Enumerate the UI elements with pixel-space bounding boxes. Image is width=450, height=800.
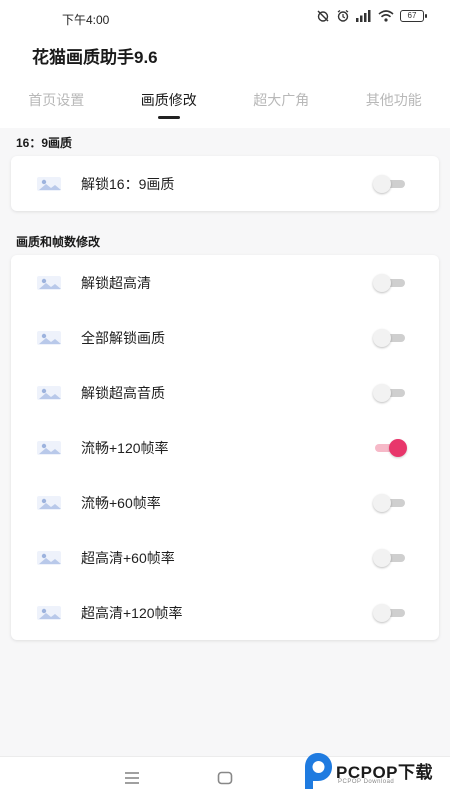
- setting-label: 流畅+60帧率: [81, 494, 161, 511]
- setting-row[interactable]: 流畅+60帧率: [11, 475, 439, 530]
- setting-label: 解锁超高清: [81, 274, 151, 291]
- setting-row[interactable]: 解锁超高清: [11, 255, 439, 310]
- pcpop-logo-icon: [305, 753, 332, 789]
- app-title: 花猫画质助手9.6: [32, 48, 158, 67]
- home-icon[interactable]: [217, 771, 233, 785]
- setting-label: 解锁16：9画质: [81, 175, 175, 192]
- watermark-sub: PCPOP Download: [338, 779, 395, 785]
- status-bar: 下午4:00 67: [0, 0, 450, 36]
- alarm-off-icon: [317, 10, 329, 22]
- setting-label: 流畅+120帧率: [81, 439, 169, 456]
- image-icon: [37, 385, 61, 400]
- toggle-switch[interactable]: [371, 174, 409, 193]
- status-icons: 67: [316, 9, 427, 23]
- sim-signal-icon: [356, 10, 371, 22]
- image-icon: [37, 605, 61, 620]
- setting-row[interactable]: 流畅+120帧率: [11, 420, 439, 475]
- toggle-switch[interactable]: [371, 273, 409, 292]
- toggle-switch[interactable]: [371, 383, 409, 402]
- image-icon: [37, 495, 61, 510]
- tab-quality-modify[interactable]: 画质修改: [113, 88, 226, 122]
- setting-label: 全部解锁画质: [81, 329, 165, 346]
- toggle-switch[interactable]: [371, 548, 409, 567]
- header: 花猫画质助手9.6 首页设置 画质修改 超大广角 其他功能: [0, 36, 450, 128]
- toggle-switch[interactable]: [371, 438, 409, 457]
- setting-row[interactable]: 超高清+60帧率: [11, 530, 439, 585]
- setting-row[interactable]: 超高清+120帧率: [11, 585, 439, 640]
- tab-bar: 首页设置 画质修改 超大广角 其他功能: [0, 88, 450, 122]
- settings-card: 解锁超高清 全部解锁画质 解锁超高音质 流畅+120帧率 流畅+60帧率 超高清…: [11, 255, 439, 640]
- tab-home-settings[interactable]: 首页设置: [0, 88, 113, 122]
- image-icon: [37, 176, 61, 191]
- menu-icon[interactable]: [124, 771, 140, 785]
- setting-label: 超高清+120帧率: [81, 604, 183, 621]
- status-time: 下午4:00: [62, 13, 110, 27]
- image-icon: [37, 275, 61, 290]
- setting-row[interactable]: 解锁16：9画质: [11, 156, 439, 211]
- setting-row[interactable]: 解锁超高音质: [11, 365, 439, 420]
- toggle-switch[interactable]: [371, 603, 409, 622]
- tab-wide-angle[interactable]: 超大广角: [225, 88, 338, 122]
- tab-label: 画质修改: [140, 92, 197, 108]
- section-title: 16：9画质: [16, 136, 73, 150]
- battery-icon: 67: [400, 10, 427, 22]
- tab-label: 超大广角: [253, 92, 310, 108]
- tab-label: 首页设置: [28, 92, 85, 108]
- tab-label: 其他功能: [365, 92, 422, 108]
- section-title: 画质和帧数修改: [16, 235, 101, 249]
- toggle-switch[interactable]: [371, 328, 409, 347]
- image-icon: [37, 440, 61, 455]
- setting-row[interactable]: 全部解锁画质: [11, 310, 439, 365]
- setting-label: 超高清+60帧率: [81, 549, 175, 566]
- image-icon: [37, 330, 61, 345]
- setting-label: 解锁超高音质: [81, 384, 165, 401]
- alarm-clock-icon: [337, 9, 349, 22]
- settings-card: 解锁16：9画质: [11, 156, 439, 211]
- toggle-switch[interactable]: [371, 493, 409, 512]
- image-icon: [37, 550, 61, 565]
- tab-active-indicator: [157, 116, 180, 119]
- wifi-icon: [378, 10, 394, 22]
- watermark: PCPOP下载 PCPOP Download: [303, 750, 448, 796]
- tab-other-functions[interactable]: 其他功能: [338, 88, 450, 122]
